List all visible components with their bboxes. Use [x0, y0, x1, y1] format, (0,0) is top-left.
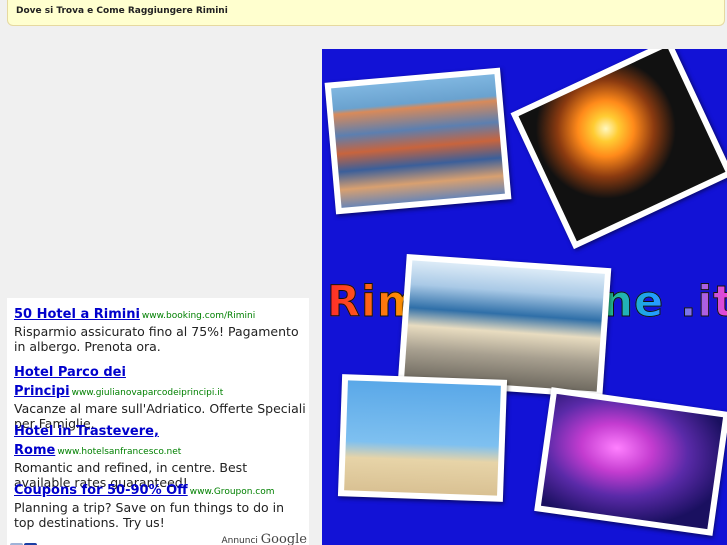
ad-url[interactable]: www.Groupon.com: [190, 487, 275, 497]
ads-by-google[interactable]: Annunci Google: [221, 532, 307, 545]
ad-url[interactable]: www.hotelsanfrancesco.net: [57, 447, 181, 457]
page-title: Dove si Trova e Come Raggiungere Rimini: [16, 6, 228, 16]
ad-headline-link[interactable]: Coupons for 50-90% Off: [14, 483, 188, 498]
google-logo: Google: [260, 532, 307, 545]
ad-description: Risparmio assicurato fino al 75%! Pagame…: [14, 324, 299, 354]
ad-description: Planning a trip? Save on fun things to d…: [14, 500, 285, 530]
ad-url[interactable]: www.booking.com/Rimini: [142, 311, 255, 321]
ads-label: Annunci: [221, 536, 258, 545]
header-bar: Dove si Trova e Come Raggiungere Rimini: [7, 0, 725, 26]
ad-item: Coupons for 50-90% Off www.Groupon.com Pl…: [14, 479, 306, 530]
beach-volleyball-photo: [337, 374, 508, 502]
ad-item: 50 Hotel a Rimini www.booking.com/Rimini …: [14, 303, 306, 354]
ad-headline-link[interactable]: 50 Hotel a Rimini: [14, 307, 140, 322]
fireworks-photo: [510, 49, 727, 250]
ad-url[interactable]: www.giulianovaparcodeiprincipi.it: [72, 388, 224, 398]
nightclub-photo: [534, 387, 727, 536]
ad-nav: ‹›: [10, 536, 38, 545]
ads-panel: 50 Hotel a Rimini www.booking.com/Rimini …: [7, 298, 309, 545]
hero-banner: Rimini Online .it: [322, 49, 727, 545]
beach-umbrellas-photo: [324, 67, 512, 215]
